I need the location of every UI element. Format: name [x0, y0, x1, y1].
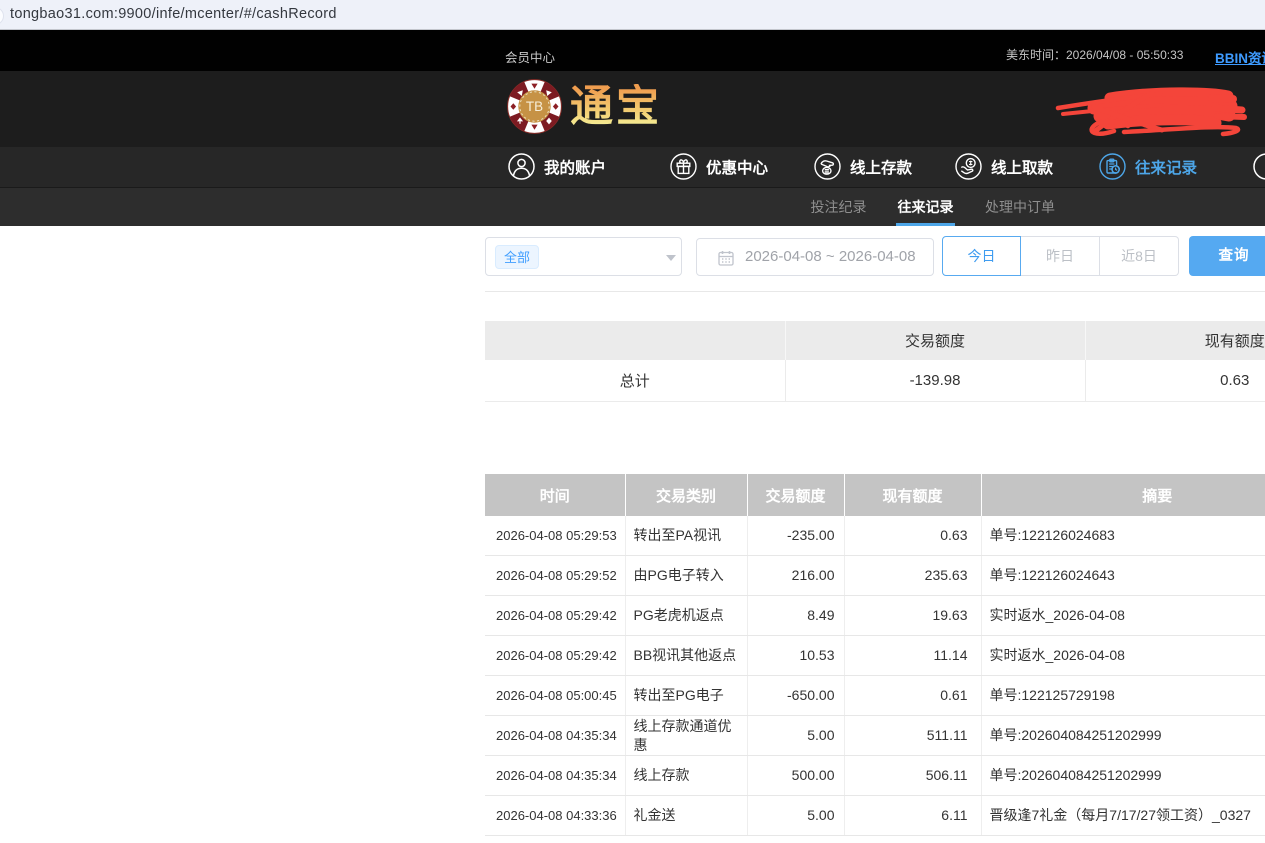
- svg-text:TB: TB: [526, 99, 543, 114]
